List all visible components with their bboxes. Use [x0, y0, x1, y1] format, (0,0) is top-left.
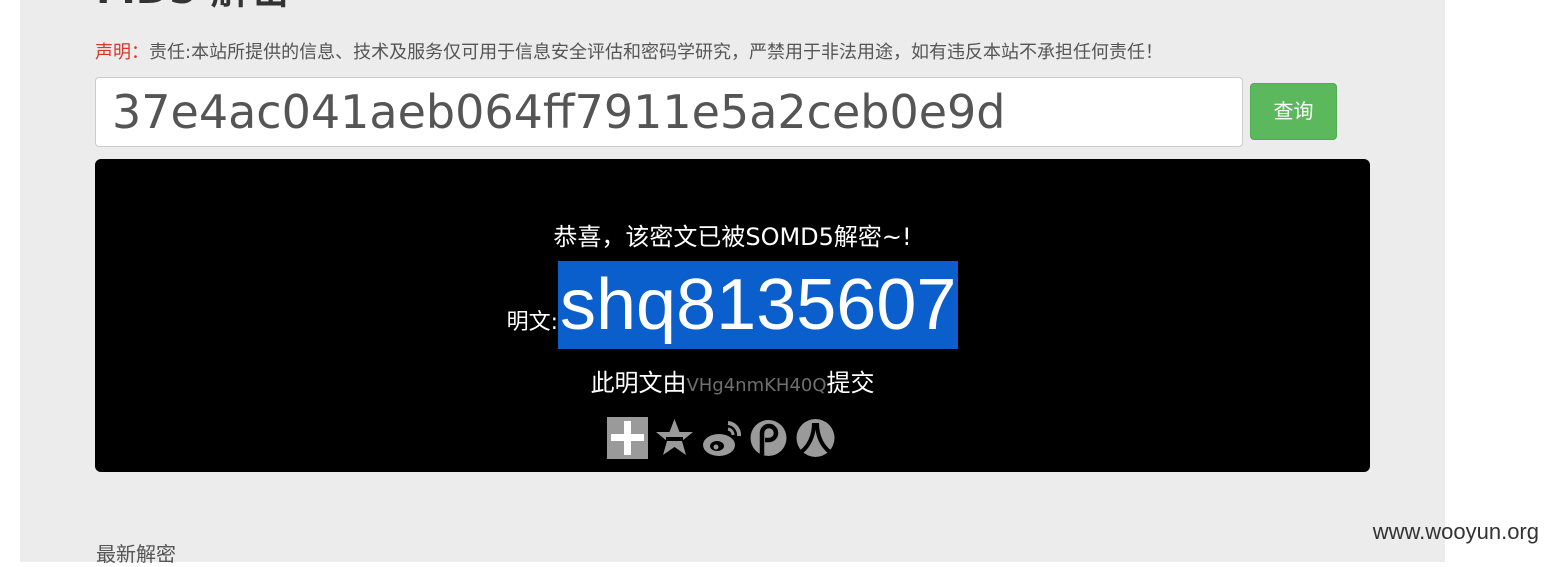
submitted-prefix: 此明文由	[590, 369, 687, 397]
renren-icon[interactable]	[795, 417, 836, 459]
success-message: 恭喜，该密文已被SOMD5解密~!	[553, 223, 912, 251]
query-button[interactable]: 查询	[1250, 83, 1337, 140]
page-title: MD5 解密	[96, 0, 291, 10]
submitted-by-line: 此明文由VHg4nmKH40Q提交	[95, 367, 1370, 402]
latest-decrypt-heading: 最新解密	[96, 542, 176, 566]
submitter-link[interactable]: VHg4nmKH40Q	[686, 375, 826, 396]
disclaimer-text: 责任:本站所提供的信息、技术及服务仅可用于信息安全评估和密码学研究，严禁用于非法…	[149, 42, 1164, 63]
plus-share-icon[interactable]	[607, 417, 648, 459]
disclaimer-notice: 声明：责任:本站所提供的信息、技术及服务仅可用于信息安全评估和密码学研究，严禁用…	[95, 41, 1163, 65]
hash-search-input[interactable]	[95, 77, 1243, 147]
plaintext-label: 明文:	[506, 310, 559, 335]
qzone-star-icon[interactable]	[654, 417, 695, 459]
weibo-icon[interactable]	[701, 417, 742, 459]
plaintext-value[interactable]: shq8135607	[558, 261, 959, 349]
result-panel: 恭喜，该密文已被SOMD5解密~! 明文:shq8135607 此明文由VHg4…	[95, 159, 1370, 472]
watermark: www.wooyun.org	[1372, 519, 1539, 544]
plaintext-row: 明文:shq8135607	[95, 261, 1370, 349]
disclaimer-label: 声明：	[95, 42, 149, 63]
share-icons	[607, 417, 836, 459]
pengyou-icon[interactable]	[748, 417, 789, 459]
submitted-suffix: 提交	[826, 369, 875, 397]
